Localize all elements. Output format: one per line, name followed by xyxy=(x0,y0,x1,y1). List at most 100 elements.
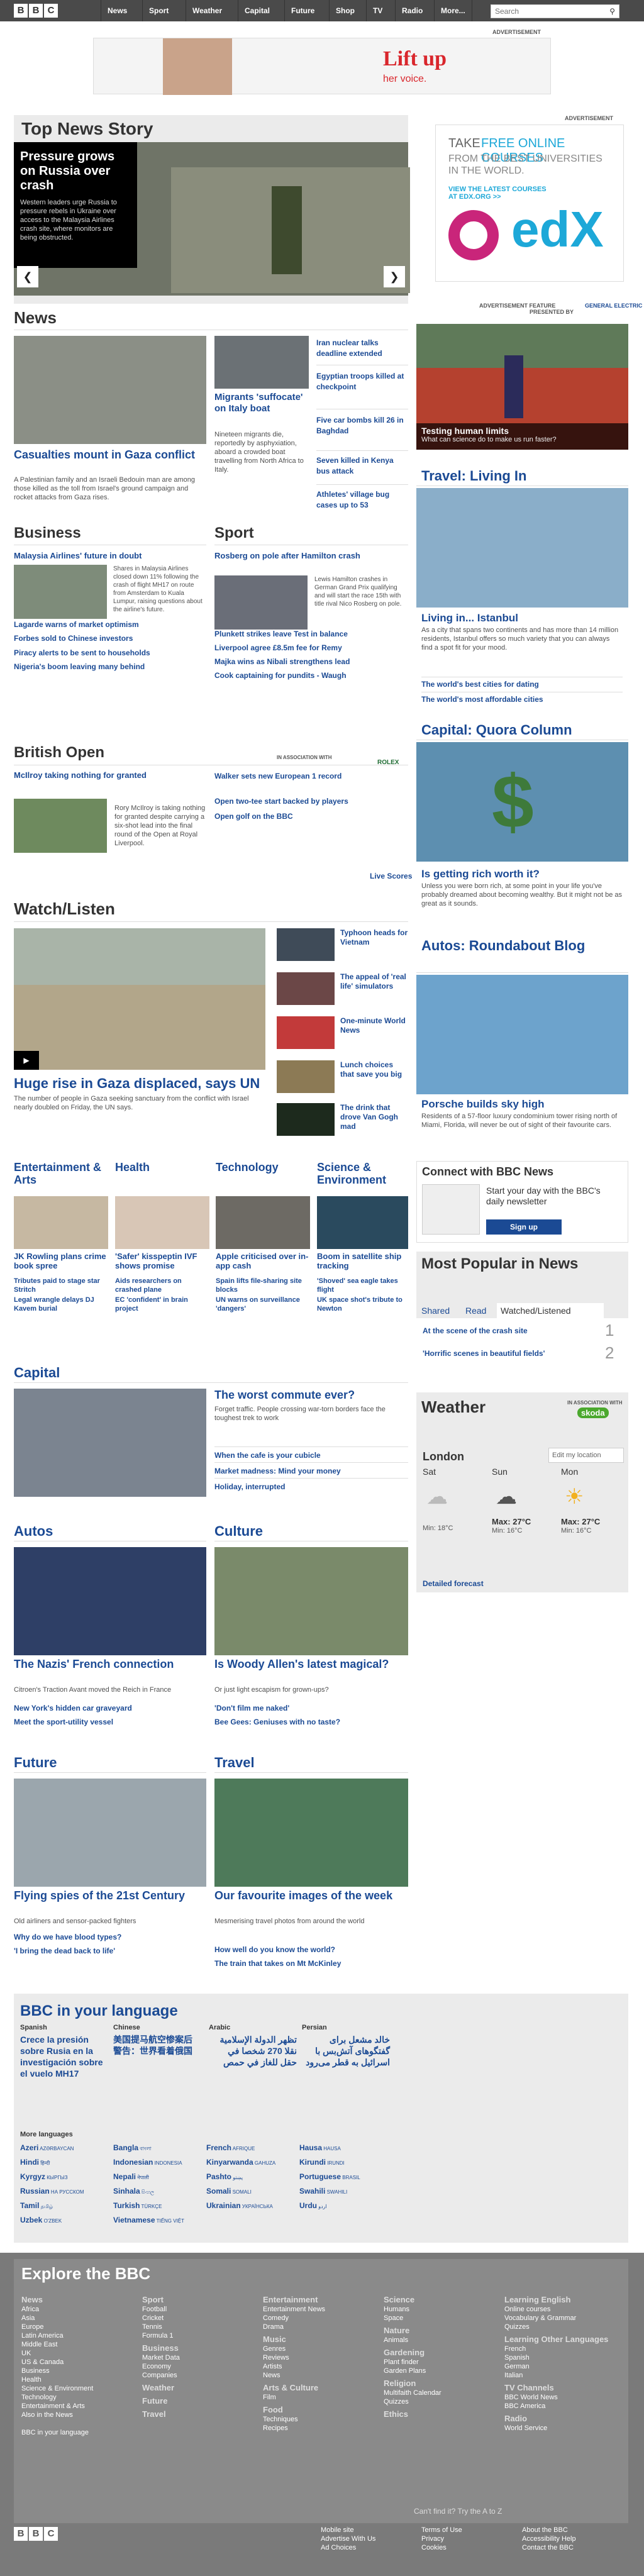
autos-title[interactable]: The Nazis' French connection xyxy=(14,1658,206,1670)
istanbul-image[interactable] xyxy=(416,488,628,608)
explore-link[interactable]: Middle East xyxy=(21,2340,138,2349)
watch-thumb-1[interactable] xyxy=(277,928,335,961)
language-link[interactable]: Ukrainian УКРАЇНСЬКА xyxy=(206,2201,273,2210)
nav-weather[interactable]: Weather xyxy=(186,0,228,21)
language-link[interactable]: Urdu اردو xyxy=(299,2201,327,2210)
edx-ad[interactable]: TAKE FREE ONLINE COURSES FROM THE BEST U… xyxy=(435,125,624,282)
language-link[interactable]: Swahili SWAHILI xyxy=(299,2187,347,2196)
news-link-4[interactable]: Seven killed in Kenya bus attack xyxy=(316,455,408,477)
explore-link[interactable]: Vocabulary & Grammar xyxy=(504,2314,621,2323)
sport-link-3[interactable]: Majka wins as Nibali strengthens lead xyxy=(214,657,408,667)
business-link-3[interactable]: Piracy alerts to be sent to households xyxy=(14,648,206,658)
autos-heading[interactable]: Autos xyxy=(14,1523,53,1540)
footer-link[interactable]: Mobile site xyxy=(321,2526,354,2534)
explore-link[interactable]: Quizzes xyxy=(384,2397,500,2406)
explore-group-heading[interactable]: Learning English xyxy=(504,2294,621,2305)
explore-group-heading[interactable]: Weather xyxy=(142,2382,258,2393)
explore-link[interactable]: Latin America xyxy=(21,2331,138,2340)
col-image-entertainment[interactable] xyxy=(14,1196,108,1249)
popular-item-2[interactable]: 'Horrific scenes in beautiful fields' xyxy=(423,1348,586,1359)
explore-link[interactable]: Online courses xyxy=(504,2305,621,2314)
nav-capital[interactable]: Capital xyxy=(238,0,276,21)
edit-location[interactable]: Edit my location xyxy=(548,1448,624,1463)
language-link[interactable]: Uzbek O'ZBEK xyxy=(20,2216,62,2224)
culture-title[interactable]: Is Woody Allen's latest magical? xyxy=(214,1658,408,1670)
explore-link[interactable]: BBC America xyxy=(504,2402,621,2411)
footer-link[interactable]: Contact the BBC xyxy=(522,2543,574,2552)
language-link[interactable]: Somali SOMALI xyxy=(206,2187,252,2196)
explore-link[interactable]: World Service xyxy=(504,2424,621,2433)
explore-group-heading[interactable]: Ethics xyxy=(384,2409,500,2419)
explore-group-heading[interactable]: Nature xyxy=(384,2325,500,2336)
news-link-3[interactable]: Five car bombs kill 26 in Baghdad xyxy=(316,415,408,436)
travel-link-2[interactable]: The train that takes on Mt McKinley xyxy=(214,1958,341,1969)
explore-link[interactable]: UK xyxy=(21,2349,138,2358)
lang-headline-spanish[interactable]: Crece la presión sobre Rusia en la inves… xyxy=(20,2034,108,2079)
capital-link-3[interactable]: Holiday, interrupted xyxy=(214,1482,285,1492)
explore-link[interactable]: Quizzes xyxy=(504,2323,621,2331)
col-heading[interactable]: Science & Environment xyxy=(317,1161,411,1186)
col-heading[interactable]: Technology xyxy=(216,1161,310,1174)
explore-link[interactable]: Companies xyxy=(142,2371,258,2380)
sport-heading[interactable]: Sport xyxy=(214,525,254,542)
open-title[interactable]: McIlroy taking nothing for granted xyxy=(14,770,203,780)
col-image-health[interactable] xyxy=(115,1196,209,1249)
bbc-logo[interactable]: BBC xyxy=(14,4,58,18)
explore-group-heading[interactable]: Sport xyxy=(142,2294,258,2305)
quora-heading[interactable]: Capital: Quora Column xyxy=(421,722,572,738)
capital-image[interactable] xyxy=(14,1389,206,1497)
explore-group-heading[interactable]: Travel xyxy=(142,2409,258,2419)
explore-link[interactable]: BBC in your language xyxy=(21,2428,138,2437)
business-image[interactable] xyxy=(14,565,107,619)
explore-link[interactable]: Science & Environment xyxy=(21,2384,138,2393)
footer-link[interactable]: Cookies xyxy=(421,2543,447,2552)
footer-bbc-logo[interactable]: B B C xyxy=(14,2527,58,2541)
explore-link[interactable]: Africa xyxy=(21,2305,138,2314)
watch-item-5[interactable]: The drink that drove Van Gogh mad xyxy=(340,1103,408,1131)
business-heading[interactable]: Business xyxy=(14,525,81,542)
col-link[interactable]: 'Shoved' sea eagle takes flight xyxy=(317,1277,408,1294)
explore-link[interactable]: German xyxy=(504,2362,621,2371)
language-link[interactable]: Pashto پښتو xyxy=(206,2172,243,2181)
col-link[interactable]: UK space shot's tribute to Newton xyxy=(317,1296,408,1313)
footer-link[interactable]: Ad Choices xyxy=(321,2543,356,2552)
open-image[interactable] xyxy=(14,799,107,853)
future-heading[interactable]: Future xyxy=(14,1755,57,1771)
language-link[interactable]: Azeri AZƏRBAYCAN xyxy=(20,2143,74,2152)
future-link-1[interactable]: Why do we have blood types? xyxy=(14,1932,121,1943)
travel-living-link-1[interactable]: The world's best cities for dating xyxy=(421,679,539,690)
explore-link[interactable]: Plant finder xyxy=(384,2358,500,2367)
explore-link[interactable]: Formula 1 xyxy=(142,2331,258,2340)
explore-link[interactable]: French xyxy=(504,2345,621,2353)
col-link[interactable]: Legal wrangle delays DJ Kavem burial xyxy=(14,1296,108,1313)
travel-living-heading[interactable]: Travel: Living In xyxy=(421,468,526,484)
explore-group-heading[interactable]: Arts & Culture xyxy=(263,2382,379,2393)
watch-lead-title[interactable]: Huge rise in Gaza displaced, says UN xyxy=(14,1075,265,1091)
col-heading[interactable]: Health xyxy=(115,1161,209,1174)
footer-link[interactable]: Advertise With Us xyxy=(321,2534,375,2543)
explore-link[interactable]: Garden Plans xyxy=(384,2367,500,2375)
explore-link[interactable]: Film xyxy=(263,2393,379,2402)
edx-link[interactable]: VIEW THE LATEST COURSES AT EDX.ORG >> xyxy=(448,186,555,201)
future-title[interactable]: Flying spies of the 21st Century xyxy=(14,1889,206,1902)
sport-title[interactable]: Rosberg on pole after Hamilton crash xyxy=(214,551,408,560)
explore-link[interactable]: Genres xyxy=(263,2345,379,2353)
language-link[interactable]: Bangla বাংলা xyxy=(113,2143,152,2153)
culture-heading[interactable]: Culture xyxy=(214,1523,263,1540)
footer-link[interactable]: Accessibility Help xyxy=(522,2534,576,2543)
explore-link[interactable] xyxy=(21,2419,138,2428)
explore-link[interactable]: Multifaith Calendar xyxy=(384,2389,500,2397)
explore-link[interactable]: Humans xyxy=(384,2305,500,2314)
explore-link[interactable]: Economy xyxy=(142,2362,258,2371)
explore-link[interactable]: Reviews xyxy=(263,2353,379,2362)
autos-link-2[interactable]: Meet the sport-utility vessel xyxy=(14,1717,113,1728)
language-link[interactable]: Hindi हिन्दी xyxy=(20,2158,50,2167)
travel-title[interactable]: Our favourite images of the week xyxy=(214,1889,408,1902)
explore-group-heading[interactable]: Religion xyxy=(384,2378,500,2389)
skoda-logo[interactable]: skoda xyxy=(577,1407,609,1418)
news-lead-image[interactable] xyxy=(14,336,206,444)
explore-link[interactable]: News xyxy=(263,2371,379,2380)
explore-group-heading[interactable]: Future xyxy=(142,2396,258,2406)
explore-link[interactable]: Europe xyxy=(21,2323,138,2331)
explore-link[interactable]: Techniques xyxy=(263,2415,379,2424)
